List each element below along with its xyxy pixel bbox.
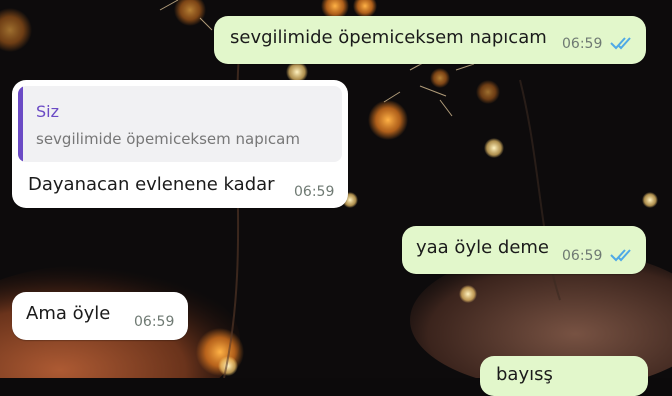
message-bubble-outgoing[interactable]: sevgilimide öpemiceksem napıcam 06:59 <box>214 16 646 64</box>
message-text: Dayanacan evlenene kadar <box>28 174 275 195</box>
message-text: yaa öyle deme <box>416 237 550 258</box>
message-time: 06:59 <box>562 248 603 264</box>
message-bubble-incoming[interactable]: Siz sevgilimide öpemiceksem napıcam Daya… <box>12 80 348 208</box>
message-bubble-outgoing[interactable]: bayısş <box>480 356 648 396</box>
reply-author: Siz <box>36 102 59 121</box>
message-text: Ama öyle <box>26 303 111 324</box>
reply-text: sevgilimide öpemiceksem napıcam <box>36 130 300 148</box>
read-ticks-icon <box>610 249 631 262</box>
reply-quote[interactable]: Siz sevgilimide öpemiceksem napıcam <box>18 86 342 162</box>
message-text: bayısş <box>496 364 553 385</box>
message-time: 06:59 <box>562 36 603 52</box>
message-time: 06:59 <box>294 184 335 200</box>
message-bubble-incoming[interactable]: Ama öyle 06:59 <box>12 292 188 340</box>
message-text: sevgilimide öpemiceksem napıcam <box>230 27 547 48</box>
message-time: 06:59 <box>134 314 175 330</box>
message-bubble-outgoing[interactable]: yaa öyle deme 06:59 <box>402 226 646 274</box>
reply-accent-bar <box>18 86 23 162</box>
read-ticks-icon <box>610 37 631 50</box>
